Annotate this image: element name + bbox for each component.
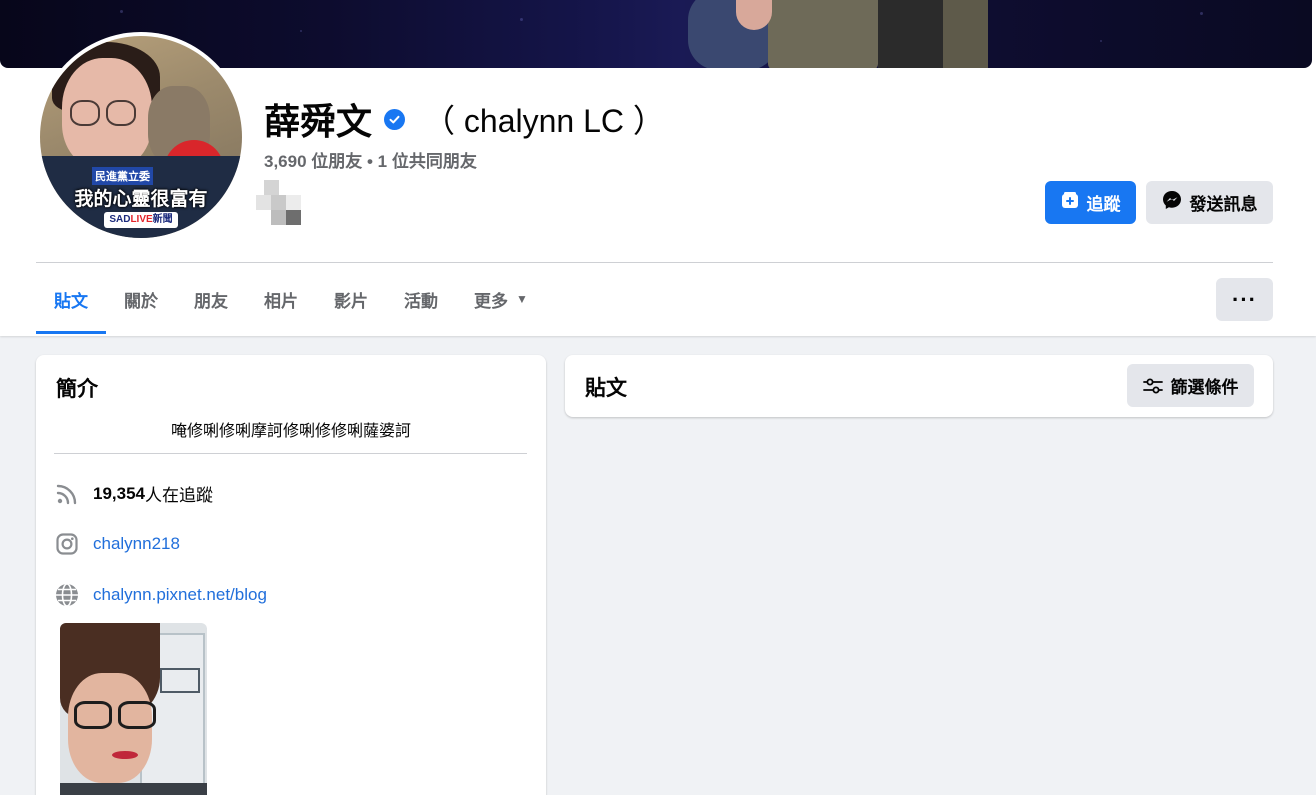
posts-card: 貼文 篩選條件 [565, 355, 1273, 417]
globe-icon [54, 582, 79, 607]
tab-posts[interactable]: 貼文 [36, 264, 106, 334]
avatar-tag: 民進黨立委 [92, 167, 153, 185]
followers-row: 19,354 人在追蹤 [54, 481, 213, 506]
profile-name-row: 薛舜文 （ chalynn LC ） [264, 96, 665, 142]
cover-person-image [688, 0, 988, 68]
intro-title: 簡介 [56, 378, 98, 401]
intro-divider [54, 453, 527, 454]
profile-avatar[interactable]: G 民進黨立委 我的心靈很富有 SADLIVE新聞 [36, 32, 246, 242]
filter-button[interactable]: 篩選條件 [1127, 364, 1254, 407]
follow-button[interactable]: 追蹤 [1045, 181, 1136, 224]
news-logo: SADLIVE新聞 [104, 212, 178, 228]
followers-count: 19,354 [93, 483, 145, 503]
mutual-friend-avatar[interactable] [256, 180, 302, 226]
more-options-button[interactable]: ··· [1216, 278, 1273, 321]
tab-photos[interactable]: 相片 [246, 264, 316, 334]
tab-events[interactable]: 活動 [386, 264, 456, 334]
follow-plus-icon [1061, 191, 1079, 214]
messenger-icon [1162, 190, 1182, 215]
tab-about[interactable]: 關於 [106, 264, 176, 334]
tab-more[interactable]: 更多 ▼ [456, 264, 546, 334]
website-row: chalynn.pixnet.net/blog [54, 582, 267, 607]
filter-sliders-icon [1142, 378, 1163, 394]
rss-feed-icon [54, 481, 79, 506]
profile-tabs: 貼文 關於 朋友 相片 影片 活動 更多 ▼ [36, 264, 546, 336]
avatar-caption: 我的心靈很富有 [74, 189, 208, 210]
intro-bio: 唵修唎修唎摩訶修唎修修唎薩婆訶 [170, 423, 411, 440]
friends-count[interactable]: 3,690 位朋友 • 1 位共同朋友 [264, 147, 477, 172]
profile-header: G 民進黨立委 我的心靈很富有 SADLIVE新聞 薛舜文 （ chalynn … [0, 0, 1316, 336]
followers-suffix: 人在追蹤 [145, 486, 213, 505]
profile-name: 薛舜文 [264, 101, 373, 142]
tab-videos[interactable]: 影片 [316, 264, 386, 334]
featured-photo[interactable] [60, 623, 207, 795]
instagram-link[interactable]: chalynn218 [93, 534, 180, 554]
send-message-button[interactable]: 發送訊息 [1146, 181, 1273, 224]
instagram-icon [54, 531, 79, 556]
instagram-row: chalynn218 [54, 531, 180, 556]
caret-down-icon: ▼ [516, 292, 528, 306]
header-divider [36, 262, 1273, 263]
intro-card: 簡介 唵修唎修唎摩訶修唎修修唎薩婆訶 19,354 人在追蹤 chalynn21… [36, 355, 546, 795]
tab-friends[interactable]: 朋友 [176, 264, 246, 334]
posts-title: 貼文 [585, 377, 627, 400]
profile-alt-name: （ chalynn LC ） [423, 103, 665, 139]
website-link[interactable]: chalynn.pixnet.net/blog [93, 585, 267, 605]
verified-badge-icon [384, 108, 406, 130]
